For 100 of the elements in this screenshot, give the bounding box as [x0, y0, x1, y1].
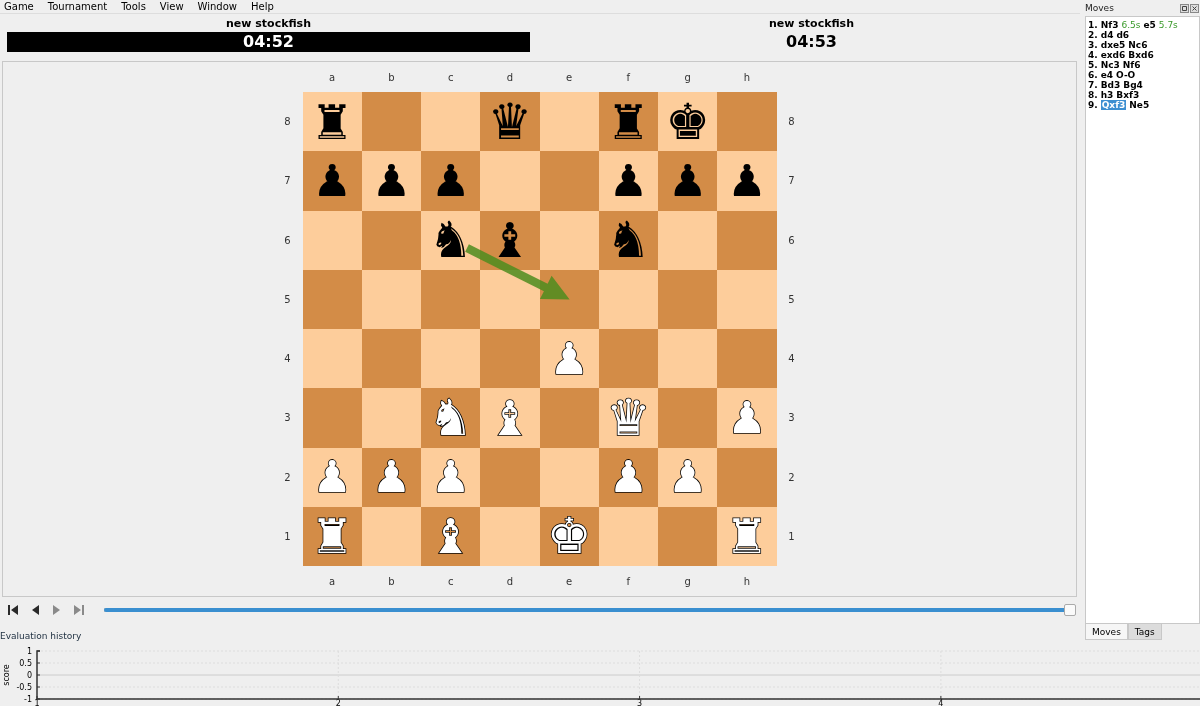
file-label: e — [565, 70, 574, 85]
move-notation[interactable]: Bxf3 — [1116, 90, 1140, 100]
pawn-icon[interactable]: ♟ — [312, 154, 352, 207]
board-square[interactable] — [302, 269, 362, 329]
move-number: 9. — [1088, 100, 1098, 110]
knight-icon[interactable]: ♞ — [428, 214, 474, 267]
pawn-icon[interactable]: ♟ — [371, 154, 412, 207]
board-square[interactable]: ♚ — [658, 92, 718, 152]
rank-label: 5 — [787, 292, 796, 307]
board-square[interactable] — [539, 447, 599, 507]
board-square[interactable] — [361, 329, 421, 389]
skip-end-icon — [73, 604, 85, 616]
board-square[interactable] — [421, 92, 481, 152]
move-notation[interactable]: Nc6 — [1128, 40, 1148, 50]
knight-icon[interactable]: ♞ — [605, 214, 651, 267]
board-square[interactable] — [421, 269, 481, 329]
file-label: f — [625, 70, 632, 85]
move-notation[interactable]: Bg4 — [1123, 80, 1143, 90]
rank-label: 3 — [787, 411, 796, 426]
rank-label: 4 — [283, 352, 292, 367]
move-notation[interactable]: Bxd6 — [1128, 50, 1154, 60]
board-square[interactable]: ♛ — [480, 92, 540, 152]
queen-icon[interactable]: ♛ — [487, 95, 533, 148]
panel-tab[interactable]: Tags — [1127, 624, 1162, 640]
menu-item[interactable]: Tournament — [47, 0, 108, 13]
move-notation[interactable]: Bd3 — [1100, 80, 1121, 90]
move-notation[interactable]: e4 — [1100, 70, 1114, 80]
bishop-icon[interactable]: ♝ — [488, 214, 532, 267]
rank-label: 6 — [787, 233, 796, 248]
board-square[interactable]: ♞ — [421, 210, 481, 270]
move-notation[interactable]: dxe5 — [1100, 40, 1126, 50]
board-square[interactable]: ♜ — [302, 92, 362, 152]
move-notation[interactable]: e5 — [1143, 20, 1156, 30]
board-square[interactable] — [658, 506, 718, 566]
axis-title: score — [2, 664, 11, 686]
board-square[interactable] — [658, 210, 718, 270]
board-square[interactable] — [658, 329, 718, 389]
rank-label: 7 — [787, 174, 796, 189]
move-notation[interactable]: Nf3 — [1100, 20, 1119, 30]
board-square[interactable]: ♟ — [717, 151, 777, 211]
board-square[interactable] — [361, 210, 421, 270]
move-number: 1. — [1088, 20, 1098, 30]
close-icon[interactable] — [1190, 3, 1199, 13]
slider-handle[interactable] — [1064, 604, 1076, 616]
file-label: e — [565, 574, 574, 589]
axis-tick-label: 0 — [26, 671, 32, 680]
move-notation[interactable]: exd6 — [1100, 50, 1126, 60]
rank-label: 2 — [283, 470, 292, 485]
board-square[interactable]: ♞ — [598, 210, 658, 270]
move-notation[interactable]: Ne5 — [1129, 100, 1150, 110]
board-square[interactable] — [598, 329, 658, 389]
board-square[interactable]: ♜ — [598, 92, 658, 152]
menu-item[interactable]: View — [159, 0, 184, 13]
move-notation[interactable]: h3 — [1100, 90, 1114, 100]
axis-tick-label: 4 — [938, 699, 944, 706]
board-square[interactable]: ♟ — [361, 151, 421, 211]
menu-item[interactable]: Help — [251, 0, 274, 13]
move-notation[interactable]: Nf6 — [1122, 60, 1141, 70]
board-square[interactable] — [361, 92, 421, 152]
rook-icon[interactable]: ♜ — [606, 95, 650, 148]
move-notation[interactable]: d4 — [1100, 30, 1114, 40]
axis-tick-label: -0.5 — [16, 683, 32, 692]
board-square[interactable] — [539, 210, 599, 270]
menu-item[interactable]: Window — [197, 0, 237, 13]
file-label: d — [505, 70, 515, 85]
board-square[interactable]: ♟ — [598, 151, 658, 211]
move-time: 6.5s — [1121, 20, 1141, 30]
king-icon[interactable]: ♚ — [665, 95, 711, 148]
board-square[interactable] — [658, 269, 718, 329]
board-square[interactable] — [361, 269, 421, 329]
pawn-icon[interactable]: ♟ — [667, 154, 708, 207]
move-number: 8. — [1088, 90, 1098, 100]
menu-item[interactable]: Tools — [121, 0, 146, 13]
board-square[interactable] — [480, 269, 540, 329]
move-notation[interactable]: Nc3 — [1100, 60, 1120, 70]
move-notation[interactable]: d6 — [1116, 30, 1130, 40]
panel-tab[interactable]: Moves — [1085, 624, 1128, 640]
move-notation[interactable]: O-O — [1116, 70, 1136, 80]
file-label: b — [387, 574, 396, 589]
pawn-icon[interactable]: ♟ — [727, 154, 767, 207]
board-square[interactable]: ♟ — [302, 151, 362, 211]
menu-item[interactable]: Game — [4, 0, 34, 13]
board-square[interactable] — [421, 329, 481, 389]
pawn-icon[interactable]: ♟ — [608, 154, 649, 207]
board-square[interactable]: ♟ — [658, 151, 718, 211]
rank-label: 7 — [283, 174, 292, 189]
float-icon[interactable] — [1180, 3, 1189, 13]
pawn-icon[interactable]: ♟ — [430, 154, 471, 207]
board-square[interactable] — [598, 506, 658, 566]
move-number: 6. — [1088, 70, 1098, 80]
file-label: c — [446, 70, 455, 85]
rank-label: 6 — [283, 233, 292, 248]
file-label: g — [683, 70, 692, 85]
board-square[interactable]: ♟ — [421, 151, 481, 211]
board-square[interactable] — [598, 269, 658, 329]
board-square[interactable] — [361, 506, 421, 566]
rank-label: 8 — [787, 115, 796, 130]
rook-icon[interactable]: ♜ — [310, 95, 354, 148]
board-square[interactable] — [539, 92, 599, 152]
file-label: c — [446, 574, 455, 589]
